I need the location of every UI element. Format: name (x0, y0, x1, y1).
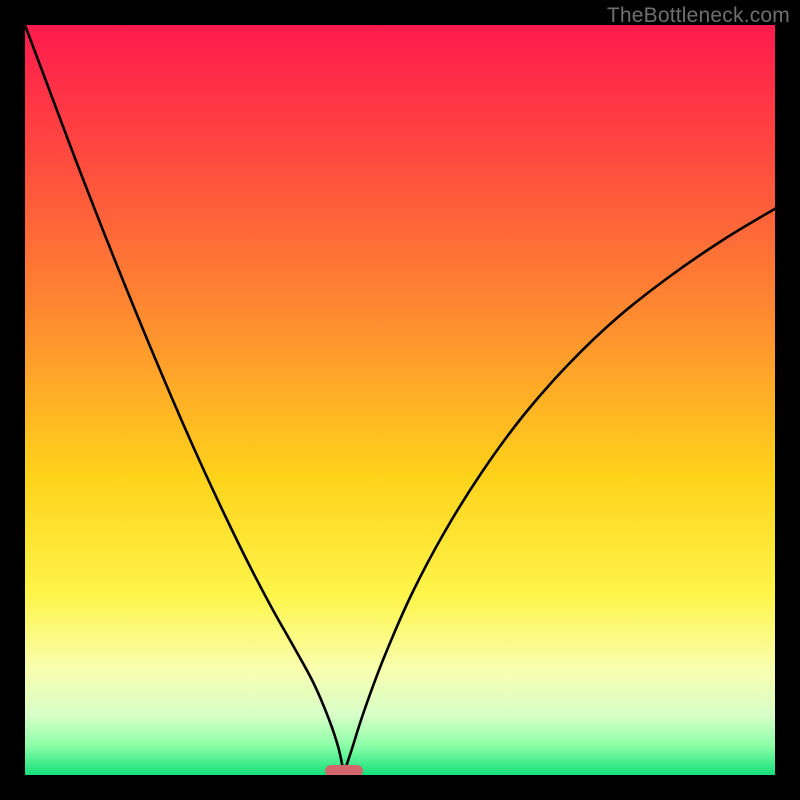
bottleneck-marker (325, 765, 363, 776)
chart-frame: TheBottleneck.com (0, 0, 800, 800)
plot-area (25, 25, 775, 775)
chart-svg (25, 25, 775, 775)
gradient-background (25, 25, 775, 775)
